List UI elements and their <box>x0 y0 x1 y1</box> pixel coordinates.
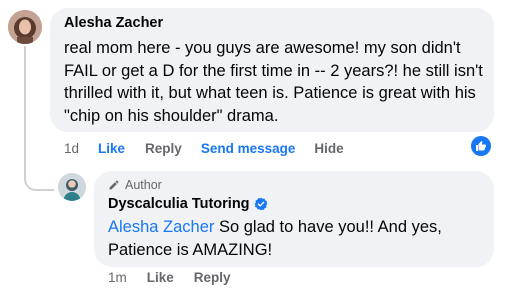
mention-link[interactable]: Alesha Zacher <box>108 218 214 236</box>
comment-text: real mom here - you guys are awesome! my… <box>64 39 483 125</box>
reply-reply-button[interactable]: Reply <box>194 270 231 285</box>
pencil-icon <box>109 180 119 190</box>
user-photo-icon <box>8 10 42 44</box>
verified-badge-icon <box>254 197 267 211</box>
comment-timestamp[interactable]: 1d <box>64 141 79 156</box>
send-message-button[interactable]: Send message <box>201 141 296 156</box>
author-tag-label: Author <box>125 178 162 192</box>
reply-timestamp[interactable]: 1m <box>108 270 127 285</box>
comment-author-name[interactable]: Alesha Zacher <box>64 15 163 31</box>
comment-actions: 1d Like Reply Send message Hide <box>64 141 344 156</box>
reply-like-button[interactable]: Like <box>147 270 174 285</box>
reply-author-row: Dyscalculia Tutoring <box>108 196 268 212</box>
reply-actions: 1m Like Reply <box>108 270 231 285</box>
page-logo-icon <box>58 173 86 201</box>
reply-text: Alesha Zacher So glad to have you!! And … <box>108 216 488 261</box>
like-button[interactable]: Like <box>98 141 125 156</box>
avatar[interactable] <box>8 10 42 44</box>
author-tag: Author <box>108 178 162 192</box>
page-avatar[interactable] <box>58 173 86 201</box>
reply-button[interactable]: Reply <box>145 141 182 156</box>
reply-author-name[interactable]: Dyscalculia Tutoring <box>108 196 250 212</box>
hide-button[interactable]: Hide <box>314 141 343 156</box>
reaction-badge[interactable] <box>471 136 491 156</box>
thumbs-up-icon <box>476 141 486 151</box>
